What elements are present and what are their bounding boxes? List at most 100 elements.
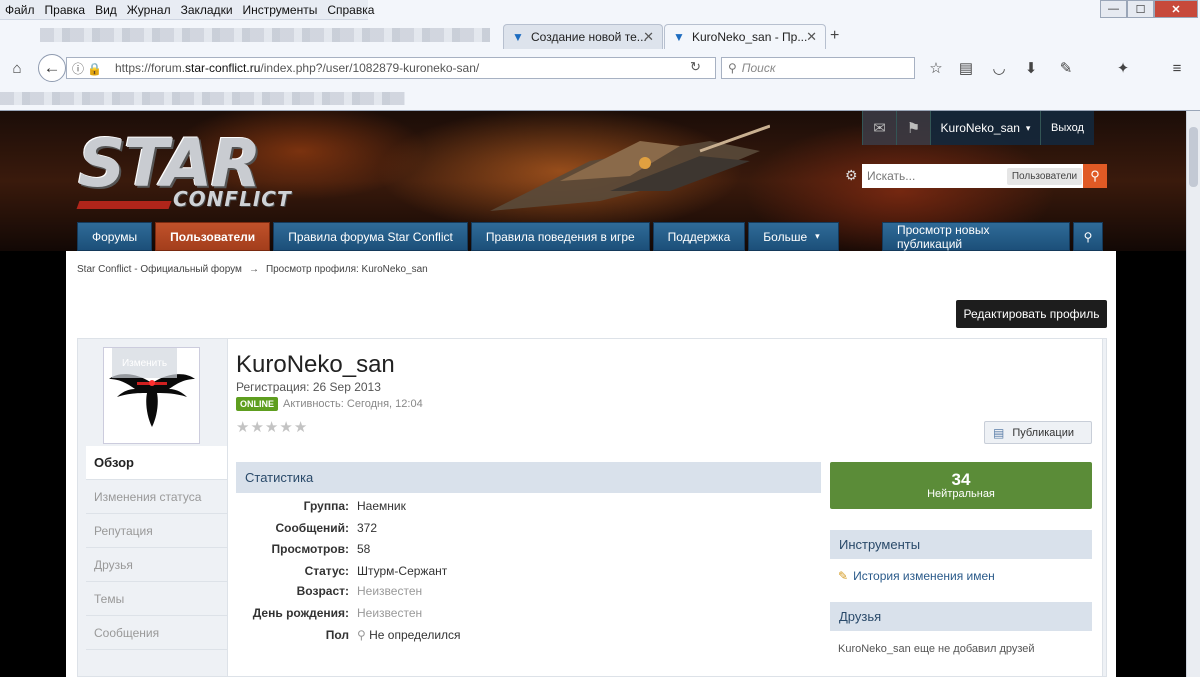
stat-key: Возраст: bbox=[296, 584, 349, 598]
breadcrumb-home[interactable]: Star Conflict - Официальный форум bbox=[77, 264, 242, 275]
home-icon[interactable]: ⌂ bbox=[6, 57, 28, 79]
star-icon[interactable]: ★ bbox=[265, 418, 278, 436]
star-icon[interactable]: ★ bbox=[236, 418, 249, 436]
menu-file[interactable]: Файл bbox=[0, 3, 40, 17]
tab-overview[interactable]: Обзор bbox=[86, 446, 227, 480]
site-search-input[interactable]: Искать... bbox=[862, 164, 1006, 188]
stat-value: Неизвестен bbox=[357, 584, 423, 598]
username-link: KuroNeko_san bbox=[940, 121, 1020, 135]
friends-title: Друзья bbox=[830, 602, 1092, 631]
tab-friends[interactable]: Друзья bbox=[86, 548, 227, 582]
last-activity: Активность: Сегодня, 12:04 bbox=[283, 398, 423, 410]
close-window-button[interactable]: ✕ bbox=[1154, 0, 1198, 18]
logo-red-bar bbox=[76, 201, 172, 209]
tab-posts[interactable]: Сообщения bbox=[86, 616, 227, 650]
search-icon: ⚲ bbox=[728, 61, 737, 75]
menu-bookmarks[interactable]: Закладки bbox=[176, 3, 238, 17]
site-info-icon[interactable]: ⓘ 🔒 bbox=[72, 60, 102, 77]
menu-hamburger-icon[interactable]: ≡ bbox=[1166, 57, 1188, 79]
star-icon[interactable]: ★ bbox=[294, 418, 307, 436]
change-photo-button[interactable]: Изменить bbox=[112, 348, 177, 378]
statistics-title: Статистика bbox=[236, 462, 821, 493]
download-icon[interactable]: ⬇ bbox=[1020, 57, 1042, 79]
registration-info: Регистрация: 26 Sep 2013 bbox=[236, 380, 381, 394]
stat-row: День рождения: Неизвестен bbox=[236, 606, 821, 627]
page-scrollbar[interactable] bbox=[1186, 111, 1200, 677]
edit-profile-button[interactable]: Редактировать профиль bbox=[956, 300, 1107, 328]
url-host: star-conflict.ru bbox=[185, 61, 261, 75]
logout-button[interactable]: Выход bbox=[1040, 111, 1094, 145]
back-button[interactable]: ← bbox=[38, 54, 66, 82]
nav-game-rules[interactable]: Правила поведения в игре bbox=[470, 222, 650, 251]
gear-icon[interactable]: ⚙ bbox=[845, 167, 858, 184]
avatar[interactable]: Изменить bbox=[103, 347, 200, 444]
stat-key: Сообщений: bbox=[275, 521, 349, 535]
tab-reputation[interactable]: Репутация bbox=[86, 514, 227, 548]
star-conflict-favicon-icon: ▼ bbox=[512, 30, 524, 44]
menu-edit[interactable]: Правка bbox=[40, 3, 91, 17]
menu-help[interactable]: Справка bbox=[322, 3, 379, 17]
notifications-icon[interactable]: ⚑ bbox=[896, 111, 930, 145]
reputation-label: Нейтральная bbox=[927, 488, 995, 500]
browser-chrome: Файл Правка Вид Журнал Закладки Инструме… bbox=[0, 0, 1200, 111]
minimize-button[interactable]: — bbox=[1100, 0, 1127, 18]
menu-view[interactable]: Вид bbox=[90, 3, 122, 17]
menu-tools[interactable]: Инструменты bbox=[238, 3, 323, 17]
search-button[interactable]: ⚲ bbox=[1083, 164, 1107, 188]
new-tab-button[interactable]: + bbox=[830, 27, 839, 45]
nav-more[interactable]: Больше ▾ bbox=[748, 222, 839, 251]
web-page: STAR CONFLICT ✉ ⚑ KuroNeko_san ▾ Выход ⚙… bbox=[0, 111, 1186, 677]
search-scope-label: Пользователи bbox=[1006, 167, 1083, 185]
search-icon: ⚲ bbox=[1090, 168, 1100, 183]
publications-button[interactable]: ▤ Публикации bbox=[984, 421, 1092, 444]
main-nav: Форумы Пользователи Правила форума Star … bbox=[77, 222, 842, 251]
stat-row: Сообщений: 372 bbox=[236, 521, 821, 542]
online-badge: ONLINE bbox=[236, 397, 279, 411]
stat-value: 372 bbox=[357, 521, 378, 535]
extension-icon[interactable]: ✦ bbox=[1112, 57, 1134, 79]
reload-icon[interactable]: ↻ bbox=[690, 59, 701, 75]
nav-forum-rules[interactable]: Правила форума Star Conflict bbox=[273, 222, 468, 251]
scrollbar-thumb[interactable] bbox=[1189, 127, 1198, 187]
star-icon[interactable]: ★ bbox=[279, 418, 292, 436]
extension-icon[interactable]: ✎ bbox=[1055, 57, 1077, 79]
user-menu[interactable]: KuroNeko_san ▾ bbox=[930, 111, 1040, 145]
profile-tabs: Обзор Изменения статуса Репутация Друзья… bbox=[86, 446, 227, 650]
maximize-button[interactable]: ☐ bbox=[1127, 0, 1154, 18]
stat-row: Группа: Наемник bbox=[236, 499, 821, 520]
bookmark-star-icon[interactable]: ☆ bbox=[925, 57, 947, 79]
browser-search-input[interactable]: ⚲ Поиск bbox=[721, 57, 915, 79]
tab-close-icon[interactable]: ✕ bbox=[806, 29, 817, 45]
search-scope[interactable]: Пользователи bbox=[1006, 164, 1083, 188]
messages-icon[interactable]: ✉ bbox=[862, 111, 896, 145]
registration-date: 26 Sep 2013 bbox=[312, 380, 381, 394]
nav-forums[interactable]: Форумы bbox=[77, 222, 153, 251]
tab-topics[interactable]: Темы bbox=[86, 582, 227, 616]
tab-title: KuroNeko_san - Пр... bbox=[692, 30, 808, 44]
browser-tab[interactable]: ▼ Создание новой те... ✕ bbox=[503, 24, 663, 49]
spaceship-artwork bbox=[490, 124, 770, 211]
tab-status-updates[interactable]: Изменения статуса bbox=[86, 480, 227, 514]
tab-close-icon[interactable]: ✕ bbox=[643, 29, 654, 45]
reader-list-icon[interactable]: ▤ bbox=[955, 57, 977, 79]
rating-stars[interactable]: ★ ★ ★ ★ ★ bbox=[236, 418, 308, 436]
breadcrumb: Star Conflict - Официальный форум → Просмо… bbox=[77, 264, 428, 275]
nav-support[interactable]: Поддержка bbox=[652, 222, 746, 251]
friends-empty-text: KuroNeko_san еще не добавил друзей bbox=[838, 643, 1035, 655]
stat-key: Пол bbox=[325, 628, 349, 642]
url-bar[interactable]: https://forum. star-conflict.ru/index.php… bbox=[66, 57, 716, 79]
statistics-block: Статистика Группа: Наемник Сообщений: 372 Пр… bbox=[236, 462, 821, 642]
stat-key: Просмотров: bbox=[271, 542, 349, 556]
map-pin-icon[interactable]: ⚲ bbox=[1073, 222, 1103, 251]
browser-tab-active[interactable]: ▼ KuroNeko_san - Пр... ✕ bbox=[664, 24, 826, 49]
name-history-link[interactable]: ✎ История изменения имен bbox=[838, 569, 995, 583]
nav-users[interactable]: Пользователи bbox=[155, 222, 271, 251]
gender-value: Не определился bbox=[369, 628, 461, 642]
menu-history[interactable]: Журнал bbox=[122, 3, 176, 17]
stat-key: День рождения: bbox=[252, 606, 349, 620]
reputation-box: 34 Нейтральная bbox=[830, 462, 1092, 509]
star-conflict-logo[interactable]: STAR CONFLICT bbox=[76, 131, 291, 211]
nav-new-content[interactable]: Просмотр новых публикаций bbox=[882, 222, 1070, 251]
pocket-icon[interactable]: ◡ bbox=[988, 57, 1010, 79]
star-icon[interactable]: ★ bbox=[250, 418, 263, 436]
